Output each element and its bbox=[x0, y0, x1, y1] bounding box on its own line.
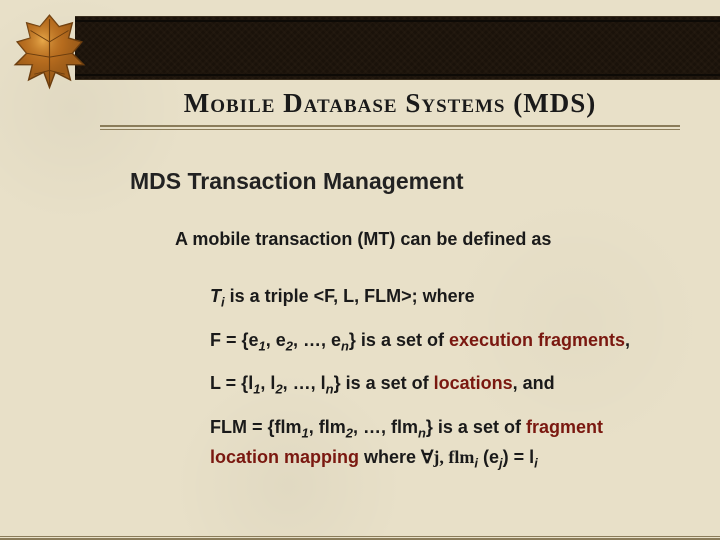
lead-sentence: A mobile transaction (MT) can be defined… bbox=[175, 226, 660, 253]
body-content: A mobile transaction (MT) can be defined… bbox=[175, 226, 660, 487]
def-flm: FLM = {flm1, flm2, …, flmn} is a set of … bbox=[210, 414, 660, 473]
bottom-border bbox=[0, 534, 720, 540]
highlight-locations: locations bbox=[434, 373, 513, 393]
title-underline bbox=[100, 125, 680, 131]
page-title: Mobile Database Systems (MDS) bbox=[100, 88, 680, 119]
def-triple: Ti is a triple <F, L, FLM>; where bbox=[210, 283, 660, 313]
highlight-exec-fragments: execution fragments bbox=[449, 330, 625, 350]
title-block: Mobile Database Systems (MDS) bbox=[100, 88, 680, 131]
definitions-list: Ti is a triple <F, L, FLM>; where F = {e… bbox=[175, 283, 660, 473]
def-f: F = {e1, e2, …, en} is a set of executio… bbox=[210, 327, 660, 357]
leaf-icon bbox=[2, 2, 97, 97]
header-band bbox=[75, 16, 720, 80]
section-heading: MDS Transaction Management bbox=[130, 168, 464, 195]
def-l: L = {l1, l2, …, ln} is a set of location… bbox=[210, 370, 660, 400]
